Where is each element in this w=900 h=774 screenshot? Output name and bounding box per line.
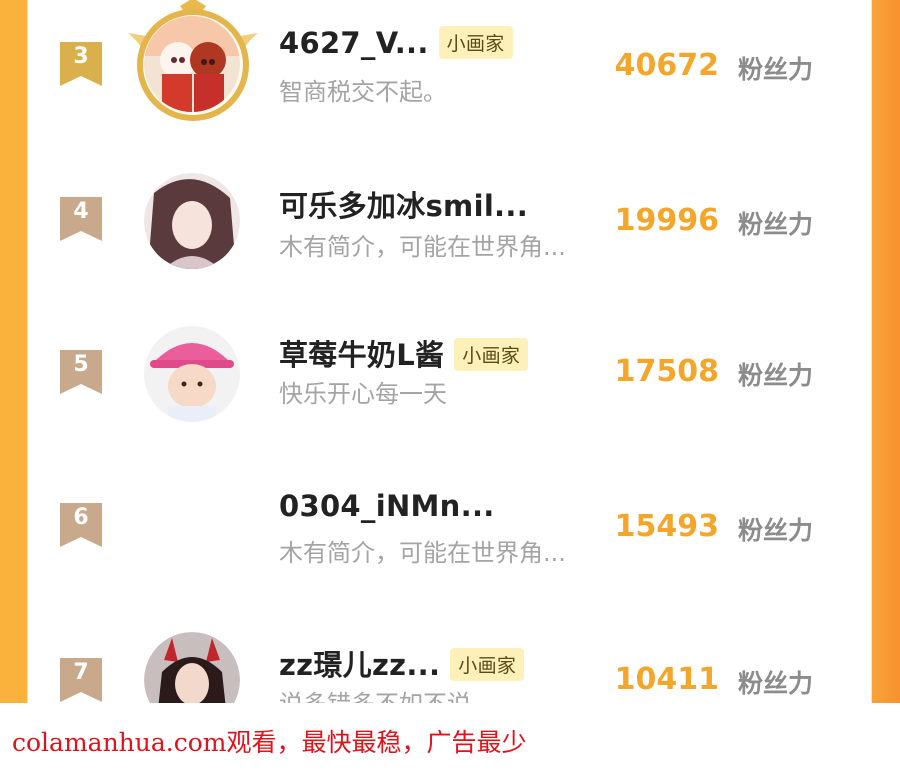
painter-badge: 小画家 [450, 647, 525, 681]
avatar[interactable] [144, 16, 240, 112]
avatar[interactable] [144, 632, 240, 703]
fan-score: 10411 [614, 662, 719, 697]
fan-score-unit: 粉丝力 [738, 55, 814, 84]
painter-badge: 小画家 [438, 25, 513, 59]
rank-flag: 5 [60, 350, 102, 394]
rank-flag: 6 [60, 503, 102, 547]
user-name[interactable]: 草莓牛奶L酱 小画家 [279, 332, 529, 374]
fan-score: 40672 [614, 48, 719, 83]
user-name[interactable]: zz璟儿zz... 小画家 [279, 642, 525, 684]
leaderboard-row[interactable]: 4 可乐多加冰smil... 木有简介，可能在世界角... 19996 粉丝力 [28, 145, 871, 298]
fan-score: 19996 [614, 203, 719, 238]
fan-score-unit: 粉丝力 [738, 516, 814, 545]
fan-score-unit: 粉丝力 [738, 669, 814, 698]
leaderboard-row[interactable]: 7 zz璟儿zz...小画家 说多错多不如不说 10411 粉丝力 [28, 604, 871, 703]
user-bio: 木有简介，可能在世界角... [279, 539, 566, 567]
user-name[interactable]: 4627_V... 小画家 [279, 25, 513, 62]
leaderboard-frame: 3 4627_V... 小画家 智商税交不起。 40672 粉丝力 4 可乐多加… [0, 0, 900, 703]
fan-score: 15493 [614, 509, 719, 544]
fan-score: 17508 [614, 354, 719, 389]
leaderboard-panel: 3 4627_V... 小画家 智商税交不起。 40672 粉丝力 4 可乐多加… [28, 0, 871, 703]
user-bio: 快乐开心每一天 [279, 380, 447, 408]
user-name[interactable]: 可乐多加冰smil... [279, 183, 528, 225]
rank-flag: 7 [60, 658, 102, 702]
leaderboard-row[interactable]: 6 0304_iNMn... 木有简介，可能在世界角... 15493 粉丝力 [28, 451, 871, 604]
leaderboard-row[interactable]: 5 草莓牛奶L酱 小画家 快乐开心每一天 17508 粉丝力 [28, 298, 871, 451]
rank-flag: 3 [60, 42, 102, 86]
user-bio: 智商税交不起。 [279, 78, 447, 106]
watermark-footer: colamanhua.com观看，最快最稳，广告最少 [0, 703, 900, 774]
user-bio: 木有简介，可能在世界角... [279, 233, 566, 261]
fan-score-unit: 粉丝力 [738, 210, 814, 239]
fan-score-unit: 粉丝力 [738, 361, 814, 390]
avatar[interactable] [144, 173, 240, 269]
watermark-text: colamanhua.com观看，最快最稳，广告最少 [12, 728, 527, 757]
rank-flag: 4 [60, 197, 102, 241]
user-name[interactable]: 0304_iNMn... [279, 489, 495, 523]
user-bio: 说多错多不如不说 [279, 684, 471, 703]
painter-badge: 小画家 [454, 337, 529, 371]
avatar[interactable] [144, 326, 240, 422]
leaderboard-row[interactable]: 3 4627_V... 小画家 智商税交不起。 40672 粉丝力 [28, 0, 871, 145]
